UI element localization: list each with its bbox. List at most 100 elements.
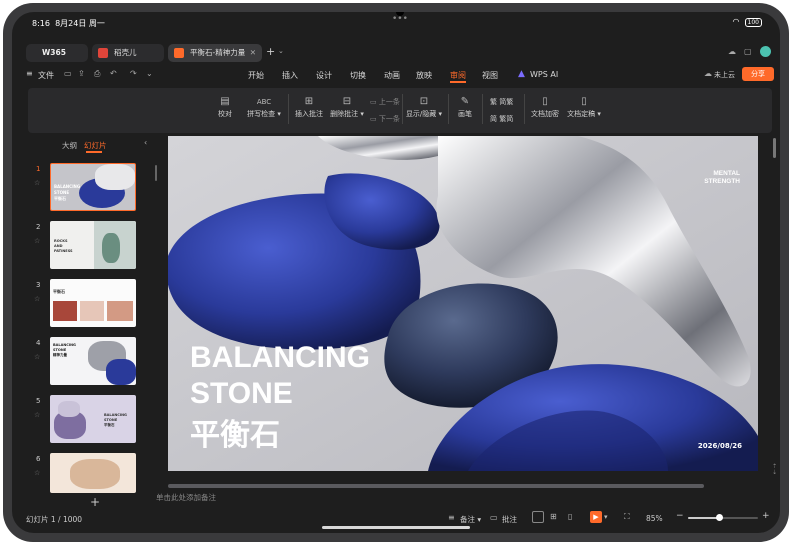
spellcheck-button[interactable]: ABC 拼写检查 ▾ [244,95,284,119]
cloud-status[interactable]: 未上云 [714,70,735,80]
to-traditional-button[interactable]: 繁 简繁 [490,97,513,107]
tablet-frame: 8:16 8月24日 周一 ••• ◠ 100 W365 稻壳儿 平衡石-精神力… [3,3,789,542]
close-tab-icon[interactable]: ✕ [250,44,256,62]
delete-comment-button[interactable]: ⊟ 删除批注 ▾ [328,95,366,119]
convert-icon: 繁 [490,98,497,106]
star-icon[interactable]: ☆ [34,179,40,187]
slide-title-cn: 平衡石 [190,418,280,453]
slide-corner-label: MENTAL STRENGTH [704,170,740,185]
fit-screen-icon[interactable]: ⛶ [624,512,630,522]
slide-number: 4 [36,339,41,347]
battery-icon: 100 [744,18,762,27]
file-menu[interactable]: 文件 [38,70,54,81]
abc-check-icon: ABC [256,98,272,106]
prev-comment-button[interactable]: ▭ 上一条 [370,97,400,107]
collapse-panel-icon[interactable]: ‹ [144,138,147,147]
notes-toggle-button[interactable]: 备注 ▾ [460,514,481,525]
tab-docer[interactable]: 稻壳儿 [92,44,164,62]
notes-field[interactable]: 单击此处添加备注 [156,492,216,503]
menu-design[interactable]: 设计 [316,70,332,81]
new-tab-icon[interactable]: + [266,45,275,58]
proofread-button[interactable]: ▤ 校对 [212,95,238,119]
cloud-sync-icon[interactable]: ☁ [728,47,736,56]
tab-home[interactable]: W365 [26,44,88,62]
finalize-button[interactable]: ▯ 文档定稿 ▾ [564,95,604,119]
show-hide-button[interactable]: ⊡ 显示/隐藏 ▾ [404,95,444,119]
normal-view-icon[interactable] [532,511,544,523]
more-dots-icon[interactable]: ••• [392,14,408,24]
menu-icon[interactable]: ≡ [26,69,33,78]
tab-document[interactable]: 平衡石-精神力量 ✕ [168,44,262,62]
add-slide-icon[interactable]: + [90,495,100,509]
slides-tab[interactable]: 幻灯片 [84,140,107,151]
thumb-shape [58,401,80,417]
star-icon[interactable]: ☆ [34,237,40,245]
play-icon[interactable]: ▶ [590,511,602,523]
slide-thumbnail-1[interactable]: BALANCING STONE 平衡石 [50,163,136,211]
to-simplified-button[interactable]: 简 繁简 [490,114,513,124]
notes-icon: ≡ [448,513,455,522]
slide-thumbnail-5[interactable]: BALANCING STONE 平衡石 [50,395,136,443]
menu-transition[interactable]: 切换 [350,70,366,81]
play-options-icon[interactable]: ▾ [604,513,608,521]
zoom-out-icon[interactable]: − [676,511,684,521]
star-icon[interactable]: ☆ [34,469,40,477]
avatar[interactable] [760,46,771,57]
thumb-title: BALANCING STONE 精神力量 [53,343,76,357]
zoom-slider-thumb[interactable] [716,514,723,521]
encrypt-button[interactable]: ▯ 文档加密 [528,95,562,119]
pen-icon: ✎ [460,96,470,107]
menu-insert[interactable]: 插入 [282,70,298,81]
ribbon-divider [402,94,403,124]
thumb-image [53,301,77,321]
undo-icon[interactable]: ↶ [110,69,117,78]
thumb-scrollbar[interactable] [155,165,157,181]
share-button[interactable]: 分享 [742,67,774,81]
menu-animation[interactable]: 动画 [384,70,400,81]
review-ribbon: ▤ 校对 ABC 拼写检查 ▾ ⊞ 插入批注 ⊟ 删除批注 ▾ ▭ 上一条 ▭ 下一条 … [28,88,772,133]
star-icon[interactable]: ☆ [34,411,40,419]
star-icon[interactable]: ☆ [34,295,40,303]
thumb-title: 平衡石 [53,289,65,294]
docer-icon [98,48,108,58]
star-icon[interactable]: ☆ [34,353,40,361]
chevron-down-icon[interactable]: ⌄ [278,47,284,55]
quick-access-more-icon[interactable]: ⌄ [146,69,153,78]
slide-thumbnail-4[interactable]: BALANCING STONE 精神力量 [50,337,136,385]
convert-icon: 简 [490,115,497,123]
zoom-in-icon[interactable]: + [762,511,770,521]
status-icons: ◠ 100 [732,17,762,27]
pen-button[interactable]: ✎ 画笔 [452,95,478,119]
menu-review[interactable]: 审阅 [450,70,466,81]
ribbon-divider [288,94,289,124]
zoom-level[interactable]: 85% [646,514,663,523]
window-icon[interactable]: ▢ [744,47,752,56]
menu-slideshow[interactable]: 放映 [416,70,432,81]
page-nav-icon[interactable]: ⇡ ⇣ [772,464,777,476]
next-comment-button[interactable]: ▭ 下一条 [370,114,400,124]
slide-number: 6 [36,455,41,463]
slide-thumbnail-6[interactable] [50,453,136,493]
menu-wps-ai[interactable]: WPS AI [530,70,558,79]
outline-tab[interactable]: 大纲 [62,140,77,151]
vertical-scrollbar[interactable] [773,138,776,158]
save-icon[interactable]: ▭ [64,69,72,78]
redo-icon[interactable]: ↷ [130,69,137,78]
menu-view[interactable]: 视图 [482,70,498,81]
add-comment-icon: ⊞ [304,96,314,107]
ribbon-divider [524,94,525,124]
insert-comment-button[interactable]: ⊞ 插入批注 [292,95,326,119]
slide-title: BALANCING STONE [190,341,370,410]
horizontal-scrollbar[interactable] [168,484,704,488]
slides-tab-underline [86,151,102,153]
slide-thumbnail-2[interactable]: ROCKS AND PATINESS [50,221,136,269]
slide-canvas[interactable]: MENTAL STRENGTH BALANCING STONE 平衡石 2026/0… [168,136,758,471]
slide-number: 2 [36,223,41,231]
comments-button[interactable]: 批注 [502,514,517,525]
slide-thumbnail-3[interactable]: 平衡石 [50,279,136,327]
print-icon[interactable]: ⎙ [94,69,100,79]
menu-home[interactable]: 开始 [248,70,264,81]
export-icon[interactable]: ⇪ [78,69,85,78]
reading-view-icon[interactable]: ▯ [568,512,572,521]
grid-view-icon[interactable]: ⊞ [550,512,557,521]
